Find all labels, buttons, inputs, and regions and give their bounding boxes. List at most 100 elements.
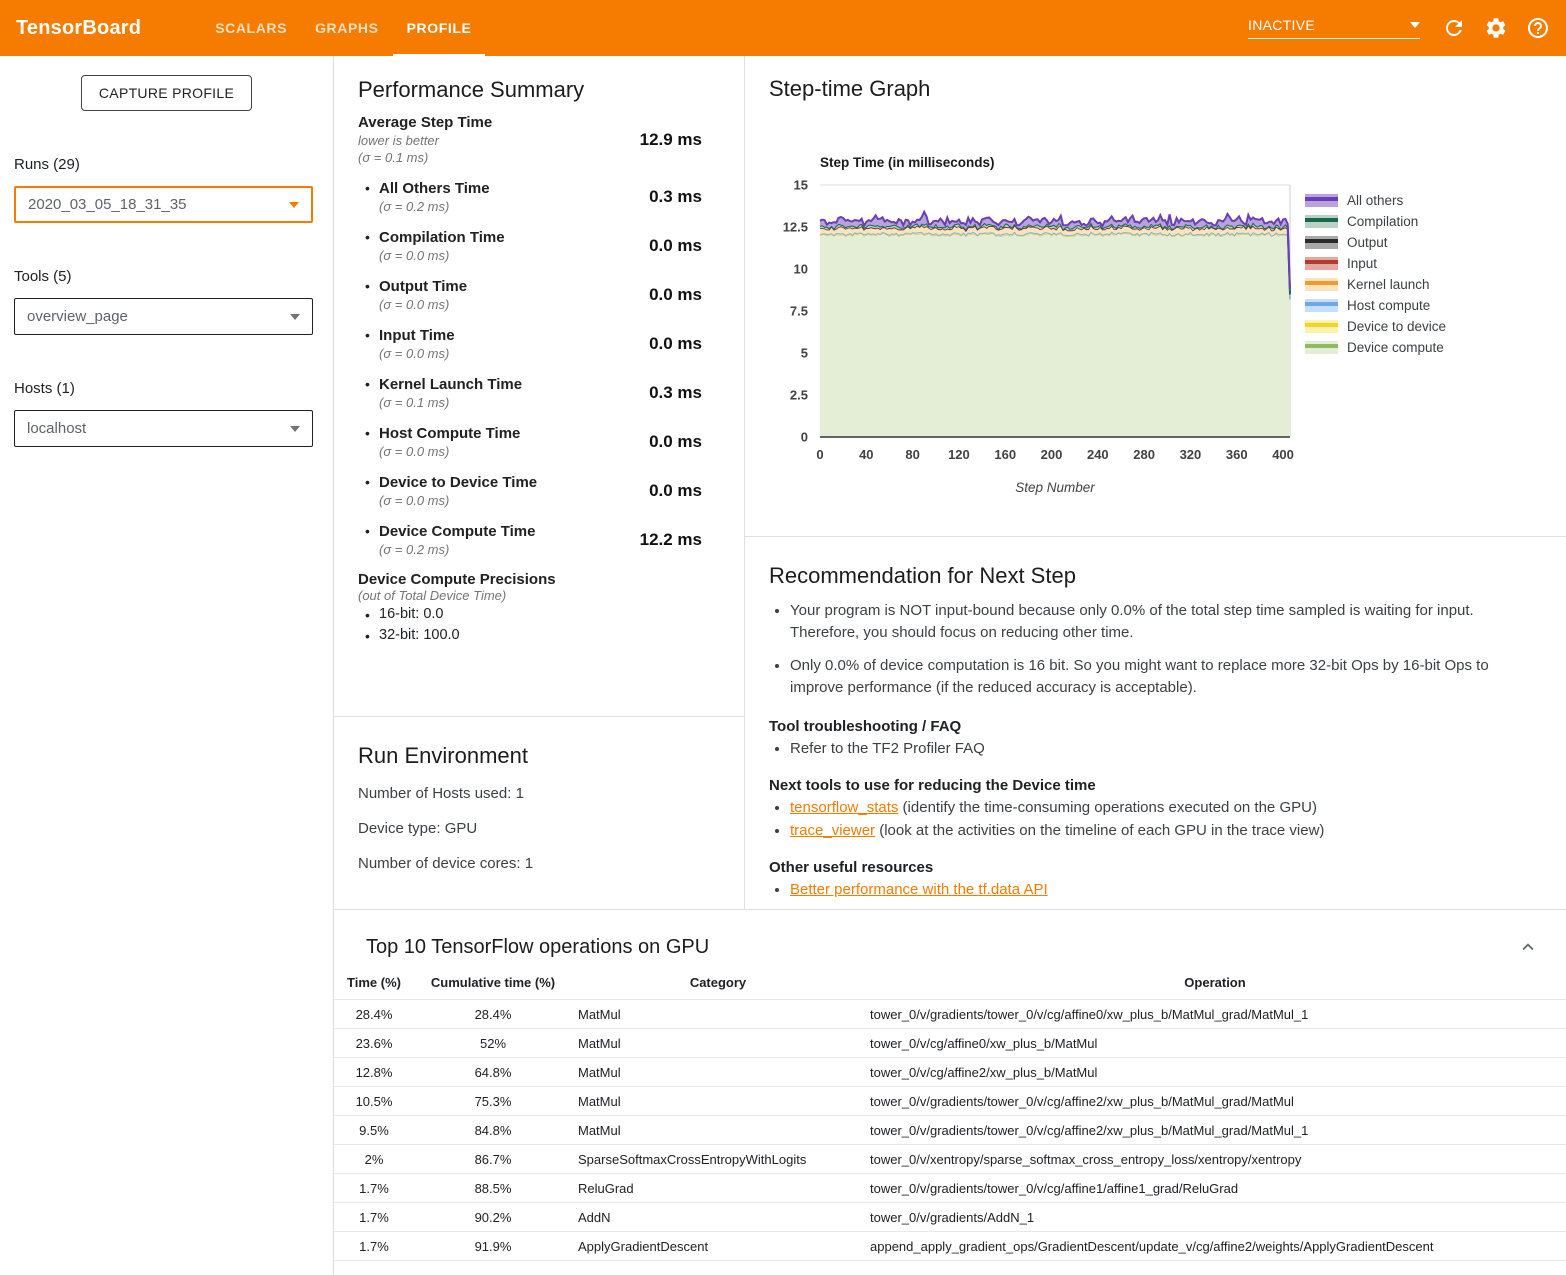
legend-item: Compilation [1305,211,1446,232]
legend-label: Input [1347,256,1377,271]
legend-swatch [1305,341,1338,354]
resources-heading: Other useful resources [769,859,1526,876]
metric-label: All Others Time [379,179,600,198]
svg-text:Step Number: Step Number [1015,480,1095,495]
metric-row: • Device to Device Time (σ = 0.0 ms) 0.0… [358,473,720,509]
gear-icon[interactable] [1484,16,1508,40]
legend-item: Output [1305,232,1446,253]
metric-sigma: (σ = 0.1 ms) [379,394,600,411]
metric-sigma: (σ = 0.1 ms) [358,149,600,166]
table-row: 28.4%28.4%MatMultower_0/v/gradients/towe… [334,1000,1566,1029]
svg-text:80: 80 [905,447,919,462]
average-step-time-row: Average Step Time lower is better (σ = 0… [358,113,720,166]
legend-item: Host compute [1305,295,1446,316]
main-content: Performance Summary Average Step Time lo… [334,56,1566,1275]
table-row: 1.7%88.5%ReluGradtower_0/v/gradients/tow… [334,1174,1566,1203]
metric-value: 0.3 ms [600,383,720,403]
capture-profile-button[interactable]: CAPTURE PROFILE [81,75,252,111]
sidebar: CAPTURE PROFILE Runs (29) 2020_03_05_18_… [0,56,334,1275]
metric-value: 12.9 ms [600,130,720,150]
bullet-icon: • [365,375,379,392]
env-line: Number of device cores: 1 [358,854,720,873]
bullet-icon: • [365,605,379,626]
metric-label: Average Step Time [358,113,600,132]
svg-text:320: 320 [1180,447,1202,462]
trace-viewer-link[interactable]: trace_viewer [790,822,875,839]
svg-text:40: 40 [859,447,873,462]
tab-scalars[interactable]: SCALARS [201,0,301,56]
performance-summary-card: Performance Summary Average Step Time lo… [334,56,744,717]
metric-value: 0.0 ms [600,285,720,305]
top-ops-title: Top 10 TensorFlow operations on GPU [366,936,709,959]
tab-profile[interactable]: PROFILE [393,0,486,56]
svg-text:240: 240 [1087,447,1109,462]
tfdata-performance-link[interactable]: Better performance with the tf.data API [790,881,1048,898]
precision-item: • 32-bit: 100.0 [358,626,720,647]
svg-text:360: 360 [1226,447,1248,462]
legend-item: Input [1305,253,1446,274]
hosts-select[interactable]: localhost [14,410,313,447]
metric-label: Host Compute Time [379,424,600,443]
metric-row: • Output Time (σ = 0.0 ms) 0.0 ms [358,277,720,313]
metric-sigma: (σ = 0.0 ms) [379,492,600,509]
metric-label: Output Time [379,277,600,296]
metric-value: 0.0 ms [600,334,720,354]
metric-label: Compilation Time [379,228,600,247]
hosts-label: Hosts (1) [14,380,333,397]
table-row: 1.7%91.9%ApplyGradientDescentappend_appl… [334,1232,1566,1261]
metric-sigma: (σ = 0.0 ms) [379,296,600,313]
tensorflow-stats-link[interactable]: tensorflow_stats [790,799,898,816]
legend-swatch [1305,215,1338,228]
col-header-operation: Operation [864,975,1566,1000]
top-ops-section: Top 10 TensorFlow operations on GPU Time… [334,910,1566,1261]
svg-text:120: 120 [948,447,970,462]
recommendation-bullet: Your program is NOT input-bound because … [790,600,1526,644]
legend-swatch [1305,257,1338,270]
col-header-cumulative: Cumulative time (%) [414,975,572,1000]
metric-note: lower is better [358,132,600,149]
metric-row: • Input Time (σ = 0.0 ms) 0.0 ms [358,326,720,362]
step-time-graph-card: Step-time Graph 02.557.51012.51504080120… [745,56,1566,537]
refresh-icon[interactable] [1442,16,1466,40]
legend-swatch [1305,320,1338,333]
metric-label: Kernel Launch Time [379,375,600,394]
tab-graphs[interactable]: GRAPHS [301,0,393,56]
bullet-icon: • [365,522,379,539]
tools-select-value: overview_page [27,308,128,325]
metric-label: Device Compute Time [379,522,600,541]
chevron-down-icon [289,202,299,208]
bullet-icon: • [365,473,379,490]
precisions-note: (out of Total Device Time) [358,588,720,603]
step-time-chart: 02.557.51012.515040801201602002402803203… [745,151,1345,503]
legend-label: Kernel launch [1347,277,1430,292]
help-icon[interactable] [1526,16,1550,40]
env-line: Device type: GPU [358,819,720,838]
faq-list: Refer to the TF2 Profiler FAQ [769,739,1526,758]
svg-text:0: 0 [816,447,823,462]
recommendation-bullet: Only 0.0% of device computation is 16 bi… [790,655,1526,699]
collapse-section-button[interactable] [1516,936,1540,960]
metric-row: • Kernel Launch Time (σ = 0.1 ms) 0.3 ms [358,375,720,411]
bullet-icon: • [365,228,379,245]
precision-item: • 16-bit: 0.0 [358,605,720,626]
metric-value: 0.3 ms [600,187,720,207]
recommendation-card: Recommendation for Next Step Your progra… [745,537,1566,909]
table-row: 10.5%75.3%MatMultower_0/v/gradients/towe… [334,1087,1566,1116]
recommendation-list: Your program is NOT input-bound because … [769,600,1526,699]
reload-status-dropdown[interactable]: INACTIVE [1248,17,1420,39]
runs-select[interactable]: 2020_03_05_18_31_35 [14,186,313,223]
metric-value: 0.0 ms [600,432,720,452]
app-title: TensorBoard [16,17,141,40]
runs-select-value: 2020_03_05_18_31_35 [28,196,187,213]
table-row: 1.7%90.2%AddNtower_0/v/gradients/AddN_1 [334,1203,1566,1232]
next-tools-heading: Next tools to use for reducing the Devic… [769,777,1526,794]
nav-tabs: SCALARS GRAPHS PROFILE [201,0,485,56]
tools-select[interactable]: overview_page [14,298,313,335]
hosts-select-value: localhost [27,420,86,437]
legend-label: Device compute [1347,340,1444,355]
legend-label: Compilation [1347,214,1418,229]
svg-text:200: 200 [1041,447,1063,462]
tool-bullet: tensorflow_stats (identify the time-cons… [790,798,1526,817]
tools-label: Tools (5) [14,268,333,285]
legend-item: Kernel launch [1305,274,1446,295]
